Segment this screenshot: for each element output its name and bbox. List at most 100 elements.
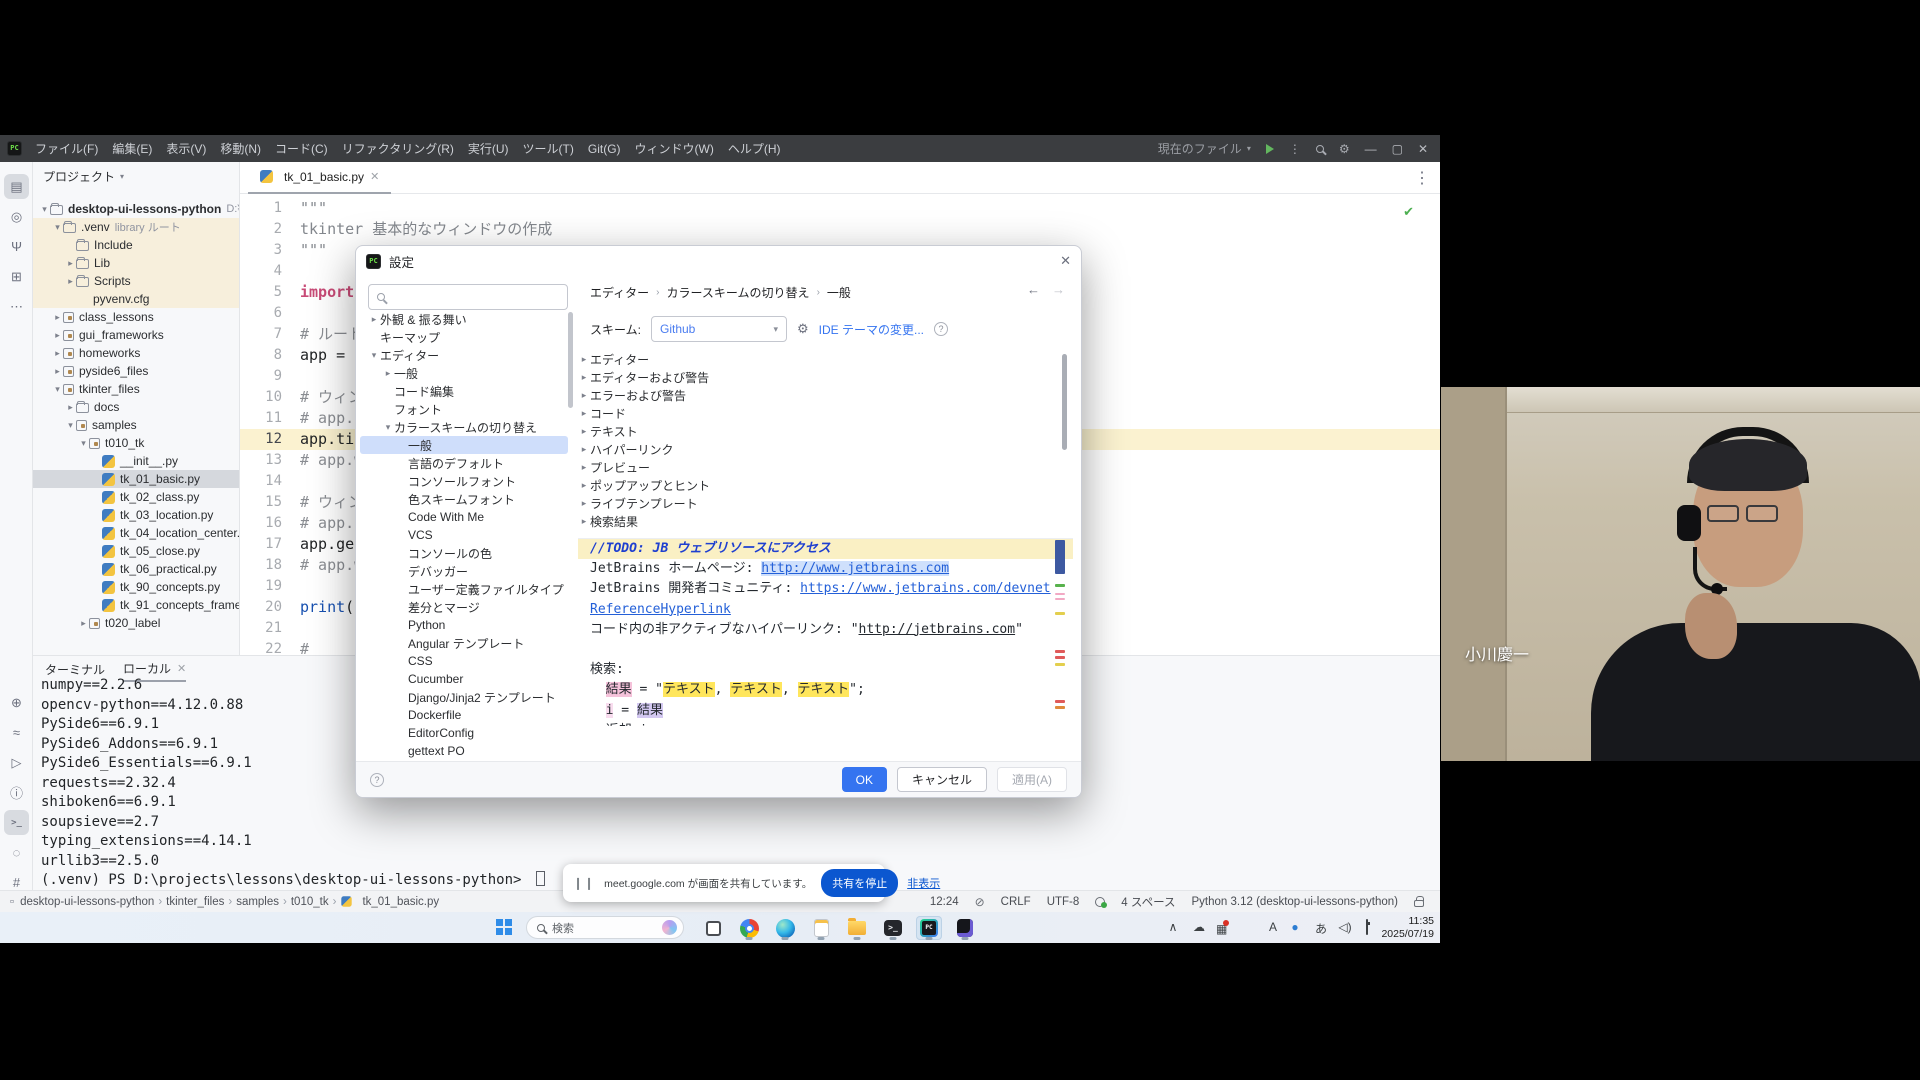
menu-item[interactable]: 表示(V)	[159, 139, 213, 159]
notepad-taskbar-icon[interactable]	[808, 916, 834, 940]
pycharm-taskbar-icon[interactable]: PC	[916, 916, 942, 940]
chevron-down-icon[interactable]: ▾	[65, 420, 76, 431]
close-button[interactable]: ✕	[1418, 142, 1428, 156]
notifications-icon[interactable]: ◌	[4, 840, 29, 865]
tree-item[interactable]: tk_90_concepts.py	[33, 578, 239, 596]
minimize-button[interactable]: —	[1365, 142, 1377, 156]
settings-nav-item[interactable]: Cucumber	[360, 670, 568, 688]
breadcrumb[interactable]: desktop-ui-lessons-python›tkinter_files›…	[20, 895, 439, 908]
tree-item[interactable]: ▸pyside6_files	[33, 362, 239, 380]
menu-item[interactable]: ウィンドウ(W)	[628, 139, 721, 159]
terminal-icon[interactable]: >_	[4, 810, 29, 835]
start-button[interactable]	[496, 919, 512, 935]
tree-item[interactable]: ▾.venvlibrary ルート	[33, 218, 239, 236]
caret-position[interactable]: 12:24	[930, 896, 959, 908]
settings-nav-item[interactable]: Django/Jinja2 テンプレート	[360, 688, 568, 706]
taskbar-clock[interactable]: 11:35 2025/07/19	[1381, 915, 1434, 941]
commit-icon[interactable]: ◎	[4, 204, 29, 229]
tree-item[interactable]: tk_91_concepts_frame.py	[33, 596, 239, 614]
menu-item[interactable]: ファイル(F)	[28, 139, 105, 159]
inspections-ok-icon[interactable]: ✔	[1403, 204, 1414, 220]
chevron-right-icon[interactable]: ▸	[578, 444, 590, 455]
chevron-down-icon[interactable]: ▾	[78, 438, 89, 449]
updates-icon[interactable]: ▦	[1216, 922, 1227, 936]
ok-button[interactable]: OK	[842, 767, 887, 792]
code-with-me-icon[interactable]	[1095, 897, 1105, 907]
tree-item[interactable]: tk_01_basic.py	[33, 470, 239, 488]
scheme-select[interactable]: Github▾	[651, 316, 787, 342]
settings-nav-item[interactable]: ▾カラースキームの切り替え	[360, 418, 568, 436]
settings-nav-item[interactable]: コード編集	[360, 382, 568, 400]
scheme-attribute-item[interactable]: ▸プレビュー	[578, 458, 1058, 476]
settings-breadcrumb-item[interactable]: エディター	[590, 284, 649, 301]
obsidian-taskbar-icon[interactable]	[952, 916, 978, 940]
chevron-right-icon[interactable]: ▸	[578, 354, 590, 365]
pull-requests-icon[interactable]: Ψ	[4, 234, 29, 259]
more-actions-icon[interactable]: ⋮	[1289, 142, 1301, 156]
editor-tab[interactable]: tk_01_basic.py ✕	[248, 162, 391, 194]
tree-item[interactable]: tk_06_practical.py	[33, 560, 239, 578]
tree-item[interactable]: tk_05_close.py	[33, 542, 239, 560]
chevron-right-icon[interactable]: ▸	[368, 314, 380, 325]
tree-item[interactable]: ▸gui_frameworks	[33, 326, 239, 344]
chevron-right-icon[interactable]: ▸	[578, 462, 590, 473]
tab-options-icon[interactable]: ⋮	[1414, 168, 1430, 188]
menu-item[interactable]: 実行(U)	[461, 139, 516, 159]
scheme-attribute-item[interactable]: ▸コード	[578, 404, 1058, 422]
hide-banner-link[interactable]: 非表示	[907, 875, 940, 891]
settings-nav-item[interactable]: 一般	[360, 436, 568, 454]
tree-item[interactable]: ▸Lib	[33, 254, 239, 272]
settings-nav-item[interactable]: 言語のデフォルト	[360, 454, 568, 472]
settings-nav-item[interactable]: Code With Me	[360, 508, 568, 526]
settings-nav-item[interactable]: Python	[360, 616, 568, 634]
tree-item[interactable]: ▸t020_label	[33, 614, 239, 632]
settings-nav-item[interactable]: キーマップ	[360, 328, 568, 346]
taskbar-search[interactable]: 検索	[526, 916, 684, 939]
chevron-right-icon[interactable]: ▸	[65, 402, 76, 413]
scheme-attribute-item[interactable]: ▸エディターおよび警告	[578, 368, 1058, 386]
chrome-taskbar-icon[interactable]	[736, 916, 762, 940]
menu-item[interactable]: Git(G)	[581, 139, 628, 159]
menu-item[interactable]: コード(C)	[268, 139, 335, 159]
menu-item[interactable]: 編集(E)	[105, 139, 159, 159]
settings-nav-item[interactable]: ▸一般	[360, 364, 568, 382]
settings-nav-item[interactable]: ▾エディター	[360, 346, 568, 364]
tree-item[interactable]: ▾desktop-ui-lessons-pythonD:¥projects¥le	[33, 200, 239, 218]
project-panel-header[interactable]: プロジェクト▾	[43, 168, 124, 185]
run-config-selector[interactable]: 現在のファイル ▾	[1158, 140, 1251, 157]
problems-icon[interactable]: ⓘ	[4, 780, 29, 805]
file-encoding[interactable]: UTF-8	[1047, 896, 1080, 908]
tree-item[interactable]: tk_02_class.py	[33, 488, 239, 506]
chevron-right-icon[interactable]: ▸	[578, 426, 590, 437]
breadcrumb-item[interactable]: samples	[236, 896, 279, 908]
tree-item[interactable]: pyvenv.cfg	[33, 290, 239, 308]
ide-theme-link[interactable]: IDE テーマの変更...	[819, 321, 924, 338]
line-separator[interactable]: CRLF	[1001, 896, 1031, 908]
chevron-right-icon[interactable]: ▸	[52, 348, 63, 359]
menu-item[interactable]: ツール(T)	[516, 139, 581, 159]
terminal-prompt[interactable]: (.venv) PS D:\projects\lessons\desktop-u…	[41, 871, 545, 891]
tree-item[interactable]: ▾tkinter_files	[33, 380, 239, 398]
task-view-taskbar-icon[interactable]	[700, 916, 726, 940]
breadcrumb-item[interactable]: desktop-ui-lessons-python	[20, 896, 154, 908]
run-icon[interactable]: ▷	[4, 750, 29, 775]
tree-item[interactable]: tk_03_location.py	[33, 506, 239, 524]
chevron-right-icon[interactable]: ▸	[578, 372, 590, 383]
settings-nav-item[interactable]: Angular テンプレート	[360, 634, 568, 652]
chevron-right-icon[interactable]: ▸	[578, 390, 590, 401]
settings-search-input[interactable]	[368, 284, 568, 310]
cancel-button[interactable]: キャンセル	[897, 767, 987, 792]
settings-nav-item[interactable]: ▸外観 & 振る舞い	[360, 310, 568, 328]
chevron-down-icon[interactable]: ▾	[382, 422, 394, 433]
settings-nav-item[interactable]: EditorConfig	[360, 724, 568, 742]
tab-close-icon[interactable]: ✕	[370, 170, 379, 183]
chevron-down-icon[interactable]: ▾	[39, 204, 50, 215]
settings-nav-item[interactable]: ユーザー定義ファイルタイプ	[360, 580, 568, 598]
settings-nav-item[interactable]: CSS	[360, 652, 568, 670]
ime-mode-icon[interactable]: A	[1264, 920, 1282, 934]
breadcrumb-item[interactable]: tkinter_files	[166, 896, 224, 908]
scheme-attribute-item[interactable]: ▸エディター	[578, 350, 1058, 368]
menu-item[interactable]: リファクタリング(R)	[335, 139, 461, 159]
chevron-down-icon[interactable]: ▾	[52, 222, 63, 233]
tree-item[interactable]: Include	[33, 236, 239, 254]
